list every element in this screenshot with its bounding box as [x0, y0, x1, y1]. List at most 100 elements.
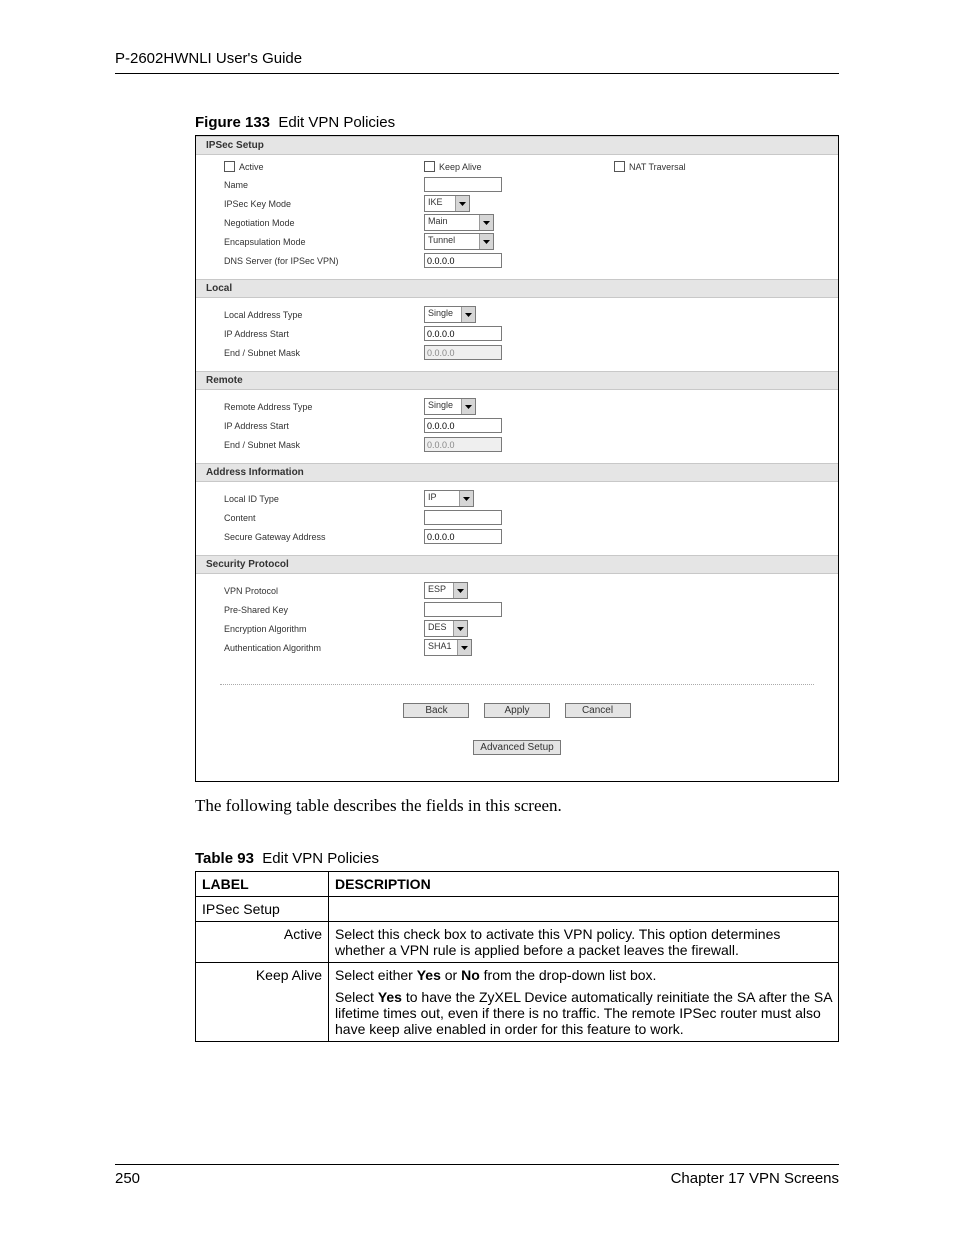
page-footer: 250 Chapter 17 VPN Screens [115, 1164, 839, 1187]
remote-addr-type-value: Single [425, 399, 461, 414]
table-row: Active Select this check box to activate… [196, 922, 839, 963]
button-bar: Back Apply Cancel [220, 684, 814, 726]
section-sec-header: Security Protocol [196, 555, 838, 574]
key-mode-select[interactable]: IKE [424, 195, 470, 212]
local-addr-type-label: Local Address Type [224, 310, 424, 320]
dns-input[interactable] [424, 253, 502, 268]
local-addr-type-value: Single [425, 307, 461, 322]
intro-text: The following table describes the fields… [195, 796, 839, 816]
local-id-type-value: IP [425, 491, 459, 506]
encap-mode-value: Tunnel [425, 234, 479, 249]
text: Select [335, 989, 378, 1005]
chevron-down-icon [453, 621, 467, 636]
chevron-down-icon [459, 491, 473, 506]
local-addr-type-select[interactable]: Single [424, 306, 476, 323]
text: Select either [335, 967, 417, 983]
table-cell: Keep Alive [196, 963, 329, 1042]
remote-addr-type-select[interactable]: Single [424, 398, 476, 415]
figure-title-text: Edit VPN Policies [278, 114, 395, 131]
section-local-header: Local [196, 279, 838, 298]
chapter-label: Chapter 17 VPN Screens [671, 1170, 839, 1187]
keep-alive-label: Keep Alive [439, 162, 482, 172]
neg-mode-label: Negotiation Mode [224, 218, 424, 228]
chevron-down-icon [453, 583, 467, 598]
auth-select[interactable]: SHA1 [424, 639, 472, 656]
dns-label: DNS Server (for IPSec VPN) [224, 256, 424, 266]
text-bold: Yes [417, 967, 441, 983]
encap-mode-select[interactable]: Tunnel [424, 233, 494, 250]
advanced-setup-button[interactable]: Advanced Setup [473, 740, 560, 755]
figure-screenshot: IPSec Setup Active Keep Alive NAT Traver… [195, 135, 839, 782]
vpn-proto-label: VPN Protocol [224, 586, 424, 596]
local-subnet-input[interactable] [424, 345, 502, 360]
sgw-input[interactable] [424, 529, 502, 544]
local-ip-start-label: IP Address Start [224, 329, 424, 339]
chevron-down-icon [455, 196, 469, 211]
text: from the drop-down list box. [480, 967, 657, 983]
nat-traversal-label: NAT Traversal [629, 162, 686, 172]
page-number: 250 [115, 1170, 140, 1187]
local-subnet-label: End / Subnet Mask [224, 348, 424, 358]
chevron-down-icon [457, 640, 471, 655]
table-label: Table 93 [195, 850, 254, 867]
auth-label: Authentication Algorithm [224, 643, 424, 653]
chevron-down-icon [479, 234, 493, 249]
key-mode-label: IPSec Key Mode [224, 199, 424, 209]
table-cell [329, 897, 839, 922]
figure-label: Figure 133 [195, 114, 270, 131]
back-button[interactable]: Back [403, 703, 469, 718]
table-cell: IPSec Setup [196, 897, 329, 922]
section-addr-header: Address Information [196, 463, 838, 482]
auth-value: SHA1 [425, 640, 457, 655]
table-header-desc: DESCRIPTION [329, 872, 839, 897]
chevron-down-icon [461, 307, 475, 322]
section-remote-header: Remote [196, 371, 838, 390]
figure-caption: Figure 133 Edit VPN Policies [195, 114, 839, 131]
chevron-down-icon [461, 399, 475, 414]
cancel-button[interactable]: Cancel [565, 703, 631, 718]
local-ip-start-input[interactable] [424, 326, 502, 341]
psk-input[interactable] [424, 602, 502, 617]
table-cell: Select either Yes or No from the drop-do… [329, 963, 839, 1042]
neg-mode-value: Main [425, 215, 479, 230]
text-bold: No [461, 967, 480, 983]
description-table: LABEL DESCRIPTION IPSec Setup Active Sel… [195, 871, 839, 1042]
table-cell: Select this check box to activate this V… [329, 922, 839, 963]
table-title-text: Edit VPN Policies [262, 850, 379, 867]
table-caption: Table 93 Edit VPN Policies [195, 850, 839, 867]
remote-ip-start-input[interactable] [424, 418, 502, 433]
doc-header: P-2602HWNLI User's Guide [115, 50, 839, 74]
table-cell: Active [196, 922, 329, 963]
content-input[interactable] [424, 510, 502, 525]
chevron-down-icon [479, 215, 493, 230]
enc-value: DES [425, 621, 453, 636]
key-mode-value: IKE [425, 196, 455, 211]
remote-subnet-input[interactable] [424, 437, 502, 452]
apply-button[interactable]: Apply [484, 703, 550, 718]
keep-alive-checkbox[interactable]: Keep Alive [424, 161, 482, 172]
neg-mode-select[interactable]: Main [424, 214, 494, 231]
active-checkbox[interactable]: Active [224, 161, 264, 172]
text: to have the ZyXEL Device automatically r… [335, 989, 832, 1037]
enc-select[interactable]: DES [424, 620, 468, 637]
local-id-type-select[interactable]: IP [424, 490, 474, 507]
section-ipsec-header: IPSec Setup [196, 136, 838, 155]
table-row: IPSec Setup [196, 897, 839, 922]
table-row: Keep Alive Select either Yes or No from … [196, 963, 839, 1042]
remote-subnet-label: End / Subnet Mask [224, 440, 424, 450]
table-header-label: LABEL [196, 872, 329, 897]
encap-mode-label: Encapsulation Mode [224, 237, 424, 247]
name-input[interactable] [424, 177, 502, 192]
psk-label: Pre-Shared Key [224, 605, 424, 615]
text: or [441, 967, 461, 983]
button-bar-advanced: Advanced Setup [196, 726, 838, 781]
text-bold: Yes [378, 989, 402, 1005]
content-label: Content [224, 513, 424, 523]
nat-traversal-checkbox[interactable]: NAT Traversal [614, 161, 686, 172]
sgw-label: Secure Gateway Address [224, 532, 424, 542]
active-label: Active [239, 162, 264, 172]
vpn-proto-select[interactable]: ESP [424, 582, 468, 599]
local-id-type-label: Local ID Type [224, 494, 424, 504]
name-label: Name [224, 180, 424, 190]
enc-label: Encryption Algorithm [224, 624, 424, 634]
